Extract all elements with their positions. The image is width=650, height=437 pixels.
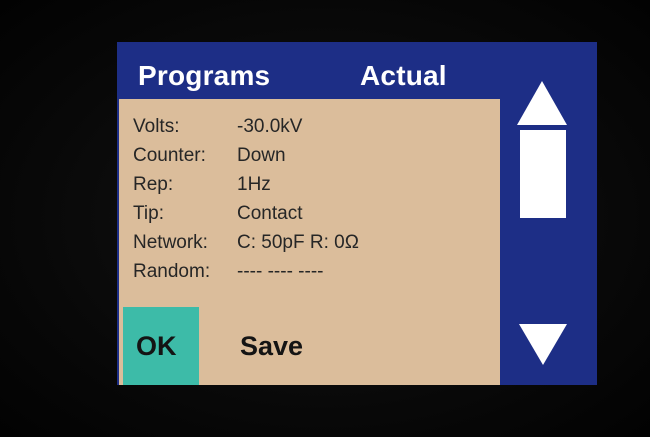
- setting-row-random: Random: ---- ---- ----: [133, 260, 323, 284]
- programs-title: Programs: [138, 60, 271, 91]
- scroll-thumb[interactable]: [520, 130, 566, 218]
- setting-label: Counter:: [133, 145, 206, 166]
- setting-row-network: Network: C: 50pF R: 0Ω: [133, 231, 359, 255]
- setting-row-tip: Tip: Contact: [133, 202, 302, 226]
- setting-value: ---- ---- ----: [237, 261, 324, 282]
- ok-button[interactable]: OK: [123, 307, 199, 385]
- header-bar: Programs Actual: [117, 42, 500, 99]
- setting-label: Volts:: [133, 116, 180, 137]
- setting-label: Random:: [133, 261, 211, 282]
- setting-value: 1Hz: [237, 174, 271, 195]
- ok-label: OK: [136, 331, 177, 361]
- arrow-up-icon[interactable]: [517, 81, 567, 125]
- touch-screen: Programs Actual Volts: -30.0kV Counter: Do…: [117, 42, 597, 385]
- actual-title: Actual: [360, 60, 447, 91]
- setting-label: Network:: [133, 232, 208, 253]
- setting-label: Rep:: [133, 174, 174, 195]
- setting-row-counter: Counter: Down: [133, 144, 286, 168]
- setting-row-volts: Volts: -30.0kV: [133, 115, 302, 139]
- save-button[interactable]: Save: [232, 324, 322, 368]
- setting-value: C: 50pF R: 0Ω: [237, 232, 359, 253]
- setting-label: Tip:: [133, 203, 164, 224]
- setting-value: -30.0kV: [237, 116, 303, 137]
- setting-row-rep: Rep: 1Hz: [133, 173, 271, 197]
- arrow-down-icon[interactable]: [519, 324, 567, 365]
- save-label: Save: [240, 331, 304, 361]
- setting-value: Down: [237, 145, 286, 166]
- setting-value: Contact: [237, 203, 303, 224]
